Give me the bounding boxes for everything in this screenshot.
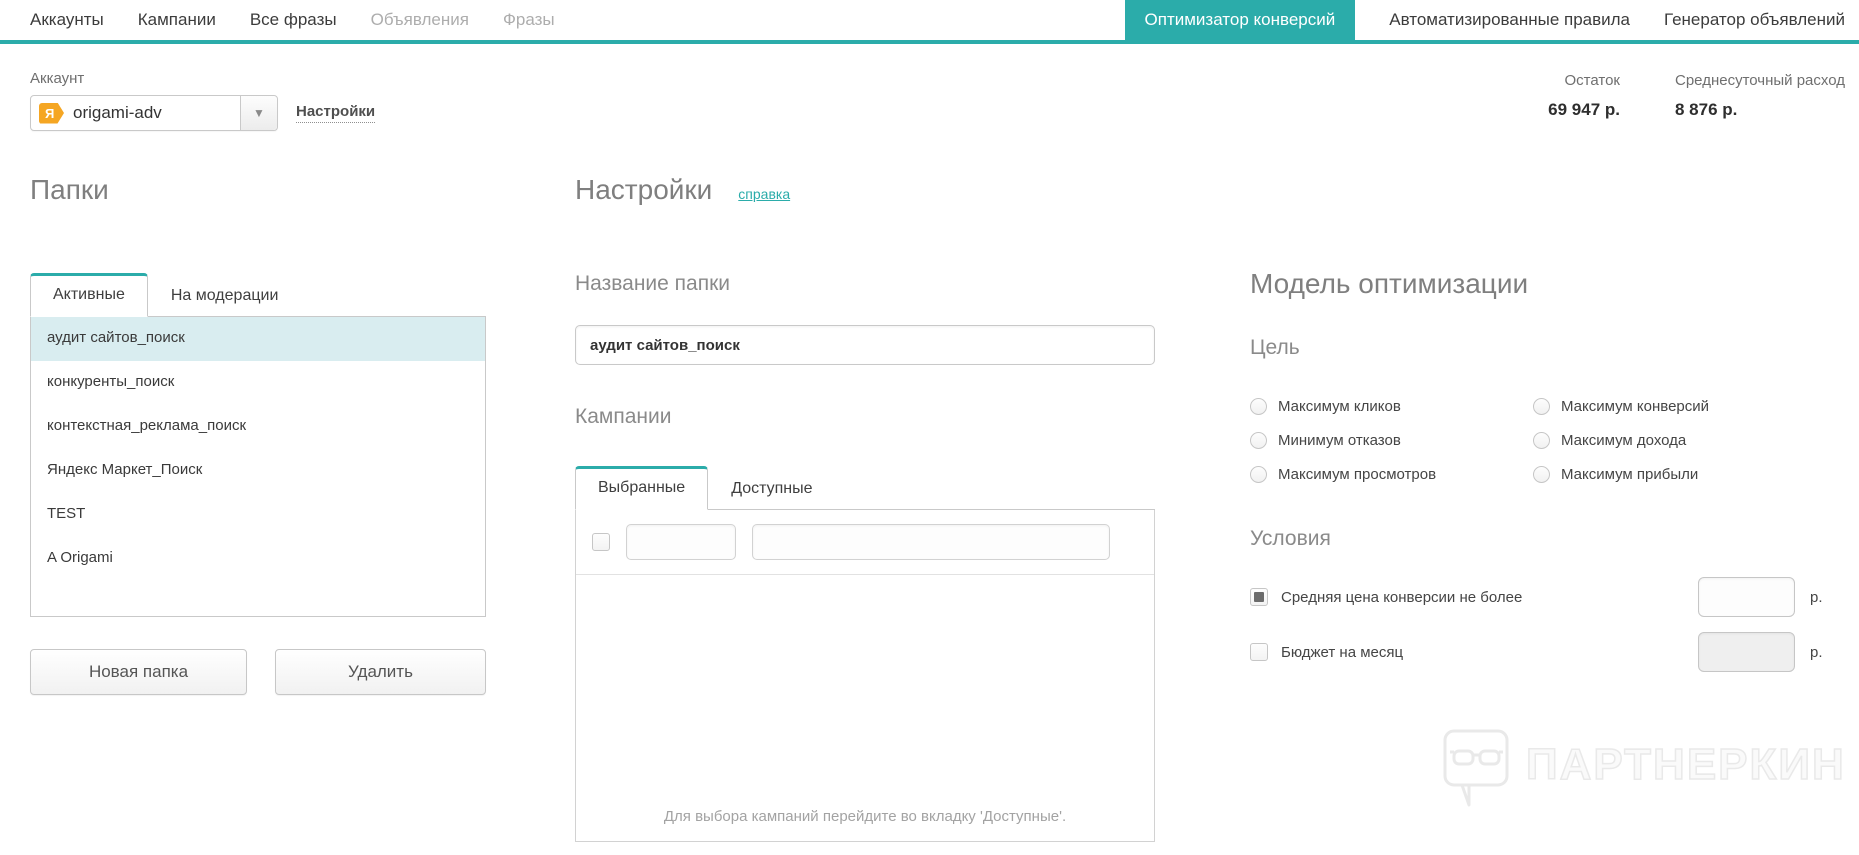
radio-option-max-views[interactable]: Максимум просмотров: [1250, 466, 1533, 483]
radio-icon: [1250, 466, 1267, 483]
nav-item-phrases[interactable]: Фразы: [503, 0, 555, 40]
currency-label: р.: [1810, 588, 1823, 606]
goal-label: Цель: [1250, 336, 1300, 359]
nav-item-ad-generator[interactable]: Генератор объявлений: [1664, 0, 1845, 40]
stat-daily-spend: Среднесуточный расход 8 876 р.: [1675, 72, 1845, 120]
optimization-title: Модель оптимизации: [1250, 268, 1529, 299]
nav-item-all-phrases[interactable]: Все фразы: [250, 0, 337, 40]
top-navigation: Аккаунты Кампании Все фразы Объявления Ф…: [0, 0, 1859, 44]
optimization-panel: Модель оптимизации Цель Максимум кликов …: [1250, 268, 1828, 687]
campaign-filter-row: [576, 510, 1154, 575]
folders-tabs: Активные На модерации: [30, 272, 486, 317]
account-dropdown-value-area[interactable]: Я origami-adv: [31, 96, 240, 130]
select-all-checkbox[interactable]: [592, 533, 610, 551]
radio-icon: [1533, 398, 1550, 415]
condition-row-avg-conversion-price: Средняя цена конверсии не более р.: [1250, 577, 1828, 617]
folder-name-input[interactable]: [575, 325, 1155, 365]
account-dropdown[interactable]: Я origami-adv ▼: [30, 95, 278, 131]
monthly-budget-checkbox[interactable]: [1250, 643, 1268, 661]
nav-item-ads[interactable]: Объявления: [371, 0, 469, 40]
campaign-name-filter-input[interactable]: [752, 524, 1110, 560]
radio-option-max-conversions[interactable]: Максимум конверсий: [1533, 398, 1828, 415]
delete-folder-button[interactable]: Удалить: [275, 649, 486, 695]
tab-selected-campaigns[interactable]: Выбранные: [575, 466, 709, 510]
nav-item-accounts[interactable]: Аккаунты: [30, 0, 104, 40]
radio-icon: [1533, 432, 1550, 449]
folders-panel: Папки Активные На модерации аудит сайтов…: [30, 174, 486, 695]
balance-stats: Остаток 69 947 р. Среднесуточный расход …: [1250, 72, 1845, 120]
radio-icon: [1250, 432, 1267, 449]
conditions-label: Условия: [1250, 527, 1331, 550]
chevron-down-icon[interactable]: ▼: [240, 96, 277, 130]
account-dropdown-value: origami-adv: [73, 103, 162, 122]
account-settings-link[interactable]: Настройки: [296, 103, 376, 123]
new-folder-button[interactable]: Новая папка: [30, 649, 247, 695]
folder-item[interactable]: конкуренты_поиск: [31, 361, 485, 405]
radio-option-max-clicks[interactable]: Максимум кликов: [1250, 398, 1533, 415]
folder-item[interactable]: контекстная_реклама_поиск: [31, 405, 485, 449]
stat-balance-label: Остаток: [1564, 72, 1621, 89]
condition-row-monthly-budget: Бюджет на месяц р.: [1250, 632, 1828, 672]
campaigns-label: Кампании: [575, 405, 672, 428]
stat-daily-spend-label: Среднесуточный расход: [1675, 72, 1845, 89]
campaigns-empty-hint: Для выбора кампаний перейдите во вкладку…: [663, 808, 1067, 825]
stat-balance-value: 69 947 р.: [1548, 100, 1620, 119]
avg-conversion-price-input[interactable]: [1698, 577, 1795, 617]
currency-label: р.: [1810, 643, 1823, 661]
monthly-budget-input[interactable]: [1698, 632, 1795, 672]
radio-icon: [1250, 398, 1267, 415]
nav-item-campaigns[interactable]: Кампании: [138, 0, 216, 40]
yandex-icon: Я: [39, 102, 64, 124]
campaign-list-panel: Для выбора кампаний перейдите во вкладку…: [575, 510, 1155, 842]
settings-panel: Настройки справка Название папки Кампани…: [575, 174, 1155, 842]
nav-right-group: Оптимизатор конверсий Автоматизированные…: [1105, 0, 1859, 40]
partnerkin-logo-icon: [1443, 729, 1509, 807]
settings-title: Настройки: [575, 174, 713, 205]
stat-balance: Остаток 69 947 р.: [1548, 72, 1620, 120]
folder-item[interactable]: A Origami: [31, 537, 485, 581]
folder-item[interactable]: Яндекс Маркет_Поиск: [31, 449, 485, 493]
account-block: Аккаунт Я origami-adv ▼ Настройки: [30, 70, 376, 131]
help-link[interactable]: справка: [738, 186, 790, 202]
radio-option-min-bounces[interactable]: Минимум отказов: [1250, 432, 1533, 449]
goal-options: Максимум кликов Максимум конверсий Миним…: [1250, 398, 1828, 483]
watermark-text: ПАРТНЕРКИН: [1525, 739, 1846, 790]
avg-conversion-price-checkbox[interactable]: [1250, 588, 1268, 606]
folder-item[interactable]: TEST: [31, 493, 485, 537]
folder-item[interactable]: аудит сайтов_поиск: [31, 317, 485, 361]
nav-item-conversion-optimizer[interactable]: Оптимизатор конверсий: [1124, 0, 1356, 40]
campaign-id-filter-input[interactable]: [626, 524, 736, 560]
watermark: ПАРТНЕРКИН: [1442, 728, 1846, 814]
radio-option-max-profit[interactable]: Максимум прибыли: [1533, 466, 1828, 483]
folder-name-label: Название папки: [575, 272, 731, 295]
folders-title: Папки: [30, 174, 109, 205]
stat-daily-spend-value: 8 876 р.: [1675, 100, 1738, 119]
folder-list: аудит сайтов_поиск конкуренты_поиск конт…: [30, 317, 486, 617]
tab-active-folders[interactable]: Активные: [30, 273, 148, 317]
account-label: Аккаунт: [30, 70, 85, 87]
tab-moderation-folders[interactable]: На модерации: [148, 274, 302, 317]
campaign-tabs: Выбранные Доступные: [575, 465, 1155, 510]
nav-item-automated-rules[interactable]: Автоматизированные правила: [1389, 0, 1630, 40]
radio-option-max-revenue[interactable]: Максимум дохода: [1533, 432, 1828, 449]
radio-icon: [1533, 466, 1550, 483]
tab-available-campaigns[interactable]: Доступные: [708, 467, 835, 510]
